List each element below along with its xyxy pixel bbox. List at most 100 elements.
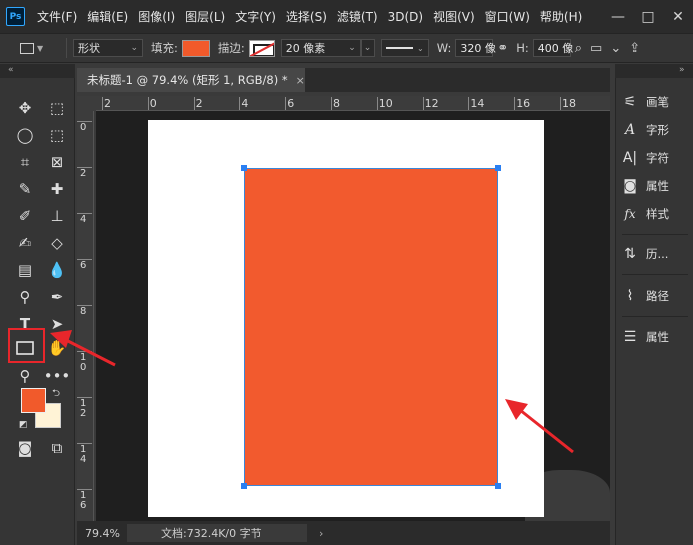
- foreground-color-swatch[interactable]: [21, 388, 46, 413]
- ruler-tick: [285, 97, 287, 110]
- blur-tool-icon[interactable]: 💧: [44, 258, 70, 282]
- move-tool-icon[interactable]: ✥: [12, 96, 38, 120]
- panel-properties[interactable]: ◙ 属性: [616, 172, 693, 200]
- swap-colors-icon[interactable]: ⮌: [52, 386, 60, 403]
- double-chevron-right-icon: »: [679, 65, 685, 75]
- horizontal-ruler[interactable]: 2 0 2 4 6 8 10 12 14 16 18: [96, 96, 610, 111]
- menu-select[interactable]: 选择(S): [286, 8, 327, 25]
- link-icon[interactable]: ⚭: [497, 41, 508, 56]
- fill-color-swatch[interactable]: [181, 39, 210, 57]
- ruler-label: 4: [241, 97, 249, 110]
- panel-adjust-properties[interactable]: ☰ 属性: [616, 323, 693, 351]
- default-colors-icon[interactable]: ◩: [19, 420, 28, 430]
- menu-edit[interactable]: 编辑(E): [87, 8, 128, 25]
- frame-tool-icon[interactable]: ⊠: [44, 150, 70, 174]
- ruler-label: 6: [287, 97, 295, 110]
- stroke-type-select[interactable]: ⌄: [380, 39, 429, 57]
- minimize-button[interactable]: —: [603, 9, 633, 25]
- tool-preset-picker[interactable]: ▼: [20, 37, 60, 59]
- ruler-label: 2: [80, 168, 87, 179]
- panel-label: 历...: [646, 247, 669, 261]
- ruler-label: 6: [80, 260, 87, 271]
- paths-icon: ⌇: [626, 288, 634, 304]
- ruler-label: 0: [149, 97, 157, 110]
- ruler-tick: [514, 97, 516, 110]
- document-tab-bar: 未标题-1 @ 79.4% (矩形 1, RGB/8) * ×: [77, 68, 610, 92]
- panel-paths[interactable]: ⌇ 路径: [616, 282, 693, 310]
- panel-glyphs[interactable]: A 字形: [616, 116, 693, 144]
- close-button[interactable]: ✕: [663, 9, 693, 25]
- menu-filter[interactable]: 滤镜(T): [337, 8, 378, 25]
- eyedropper-tool-icon[interactable]: ✎: [12, 177, 38, 201]
- stroke-color-swatch[interactable]: [248, 39, 275, 57]
- brush-tool-icon[interactable]: ✐: [12, 204, 38, 228]
- transform-handle[interactable]: [495, 165, 501, 171]
- panel-label: 属性: [646, 179, 669, 193]
- panel-styles[interactable]: fx 样式: [616, 200, 693, 228]
- ruler-label: 1 4: [80, 444, 87, 465]
- menu-view[interactable]: 视图(V): [433, 8, 475, 25]
- transform-handle[interactable]: [241, 165, 247, 171]
- eraser-tool-icon[interactable]: ◇: [44, 231, 70, 255]
- share-icon[interactable]: ⇪: [629, 41, 640, 56]
- stroke-width-dropdown[interactable]: ⌄: [360, 39, 375, 57]
- toolbar-collapse-bar[interactable]: «: [0, 64, 75, 78]
- ruler-label: 12: [424, 97, 439, 110]
- chevron-down-icon[interactable]: ⌄: [610, 41, 621, 56]
- crop-tool-icon[interactable]: ⌗: [12, 150, 38, 174]
- healing-brush-tool-icon[interactable]: ✚: [44, 177, 70, 201]
- panel-brush-settings[interactable]: ⚟ 画笔: [616, 88, 693, 116]
- screen-mode-icon[interactable]: ⧉: [44, 436, 70, 460]
- height-input[interactable]: 400 像: [532, 39, 573, 57]
- menu-image[interactable]: 图像(I): [138, 8, 175, 25]
- stamp-tool-icon[interactable]: ⊥: [44, 204, 70, 228]
- zoom-tool-icon[interactable]: ⚲: [12, 364, 38, 388]
- maximize-button[interactable]: □: [633, 9, 663, 25]
- rectangle-tool-icon[interactable]: [12, 336, 38, 360]
- panel-collapse-bar[interactable]: »: [615, 64, 693, 78]
- ruler-label: 16: [516, 97, 531, 110]
- quick-mask-icon[interactable]: ◙: [12, 436, 38, 460]
- path-selection-tool-icon[interactable]: ➤: [44, 312, 70, 336]
- divider: [622, 274, 688, 275]
- panel-history[interactable]: ⇅ 历...: [616, 240, 693, 268]
- ruler-tick: [239, 97, 241, 110]
- panel-character[interactable]: A| 字符: [616, 144, 693, 172]
- menu-file[interactable]: 文件(F): [37, 8, 77, 25]
- rectangle-shape[interactable]: [244, 168, 498, 486]
- styles-icon: fx: [624, 207, 636, 221]
- marquee-tool-icon[interactable]: ⬚: [44, 96, 70, 120]
- search-icon[interactable]: ⌕: [575, 41, 582, 56]
- vertical-ruler[interactable]: 0 2 4 6 8 1 0 1 2 1 4 1 6: [77, 111, 94, 521]
- dodge-tool-icon[interactable]: ⚲: [12, 285, 38, 309]
- menu-type[interactable]: 文字(Y): [235, 8, 276, 25]
- tool-mode-select[interactable]: 形状 ⌄: [73, 39, 143, 57]
- menu-help[interactable]: 帮助(H): [540, 8, 582, 25]
- ruler-label: 2: [195, 97, 203, 110]
- workspace-icon[interactable]: ▭: [590, 41, 602, 56]
- object-select-tool-icon[interactable]: ⬚: [44, 123, 70, 147]
- chevron-down-icon: ⌄: [130, 43, 138, 53]
- width-input[interactable]: 320 像: [455, 39, 496, 57]
- hand-tool-icon[interactable]: ✋: [44, 336, 70, 360]
- close-icon[interactable]: ×: [296, 74, 305, 87]
- ruler-label: 1 2: [80, 398, 87, 419]
- history-brush-tool-icon[interactable]: ✍: [12, 231, 38, 255]
- menu-layer[interactable]: 图层(L): [185, 8, 225, 25]
- pen-tool-icon[interactable]: ✒: [44, 285, 70, 309]
- menu-3d[interactable]: 3D(D): [388, 10, 423, 24]
- stroke-width-value: 20 像素: [285, 42, 326, 55]
- stroke-width-field[interactable]: 20 像素 ⌄: [280, 39, 361, 57]
- panel-label: 字符: [646, 151, 669, 165]
- menu-window[interactable]: 窗口(W): [485, 8, 530, 25]
- status-menu-arrow[interactable]: ›: [319, 527, 323, 540]
- chevron-down-icon: ⌄: [363, 43, 372, 53]
- transform-handle[interactable]: [241, 483, 247, 489]
- zoom-level[interactable]: 79.4%: [77, 527, 127, 540]
- gradient-tool-icon[interactable]: ▤: [12, 258, 38, 282]
- more-tools-icon[interactable]: •••: [44, 364, 71, 388]
- window-controls: — □ ✕: [603, 0, 693, 33]
- lasso-tool-icon[interactable]: ◯: [12, 123, 38, 147]
- transform-handle[interactable]: [495, 483, 501, 489]
- document-tab[interactable]: 未标题-1 @ 79.4% (矩形 1, RGB/8) * ×: [77, 68, 305, 92]
